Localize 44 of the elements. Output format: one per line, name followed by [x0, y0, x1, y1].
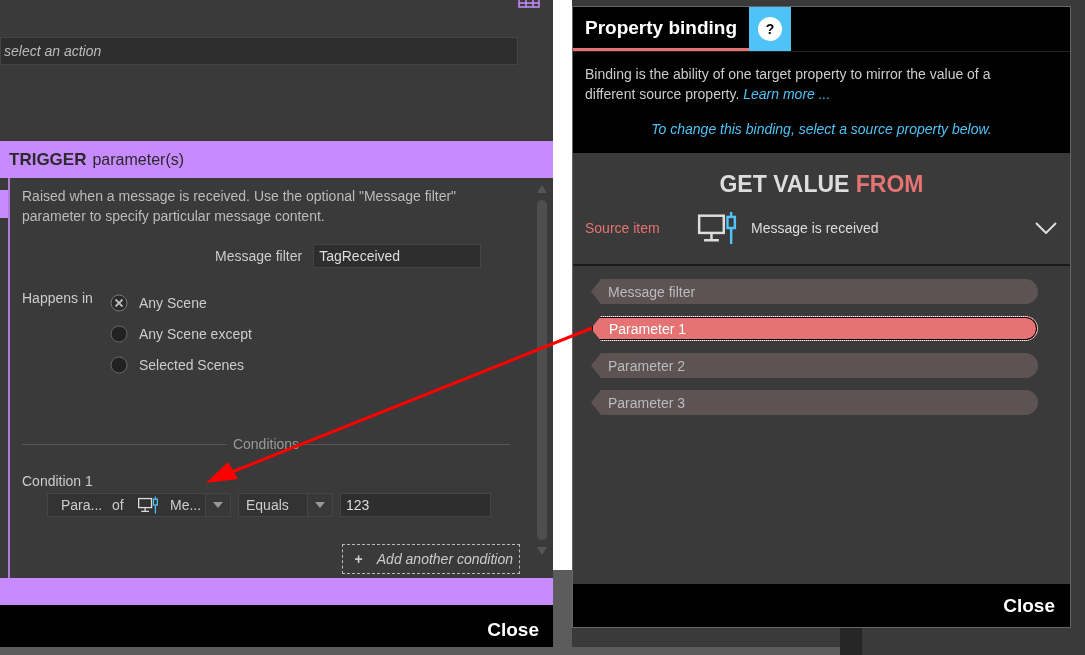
scene-radio-option[interactable]: Any Scene except	[110, 324, 252, 343]
scene-radio-option[interactable]: Any Scene	[110, 293, 252, 312]
condition-label: Condition 1	[22, 473, 94, 489]
add-condition-button[interactable]: + Add another condition	[341, 544, 520, 574]
property-item[interactable]: Message filter	[591, 279, 1038, 304]
operator-dropdown[interactable]: Equals	[238, 493, 333, 517]
monitor-icon	[695, 212, 739, 244]
help-tab[interactable]: ?	[749, 7, 791, 51]
connector-text: of	[112, 497, 125, 513]
section-heading: GET VALUE FROM	[718, 171, 925, 198]
parameter-text: Para...	[61, 497, 104, 513]
dropdown-toggle[interactable]	[307, 494, 332, 516]
chevron-down-icon	[1035, 222, 1057, 234]
close-button[interactable]: Close	[487, 619, 539, 641]
header-subtitle: parameter(s)	[92, 150, 185, 169]
header-title: TRIGGER	[9, 149, 87, 170]
field-label: Happens in	[22, 290, 94, 308]
hint-text: To change this binding, select a source property below.	[650, 121, 993, 137]
close-button[interactable]: Close	[1003, 594, 1055, 617]
scroll-down-icon	[537, 546, 547, 556]
caret-icon	[315, 502, 325, 508]
description-text: Binding is the ability of one target property to mirror the value of a different source property. Learn more ...	[585, 65, 992, 104]
scene-radio-option[interactable]: Selected Scenes	[110, 355, 252, 374]
property-item[interactable]: Parameter 3	[591, 390, 1038, 415]
action-field[interactable]: select an action	[0, 37, 518, 65]
caret-icon	[213, 502, 223, 508]
learn-more-link[interactable]: Learn more ...	[743, 86, 831, 102]
message-filter-field[interactable]: TagReceived	[313, 244, 482, 268]
source-value: Message is received	[751, 220, 880, 236]
field-label: Source item	[585, 220, 661, 236]
description-text: Raised when a message is received. Use the optional "Message filter" parameter to specify particular message content.	[22, 187, 458, 226]
dropdown-toggle[interactable]	[205, 494, 230, 516]
field-label: Message filter	[215, 248, 303, 264]
section-heading: Conditions	[232, 436, 300, 452]
value-field[interactable]: 123	[340, 493, 491, 517]
scrollbar-thumb[interactable]	[537, 200, 547, 540]
source-text: Me...	[170, 497, 203, 513]
scroll-up-icon	[537, 184, 547, 194]
grid-icon	[518, 0, 540, 8]
help-icon: ?	[758, 17, 782, 41]
parameter-dropdown[interactable]: Para... of Me...	[47, 493, 231, 517]
monitor-icon	[138, 496, 158, 514]
operator-text: Equals	[245, 496, 290, 515]
property-item[interactable]: Parameter 2	[591, 353, 1038, 378]
